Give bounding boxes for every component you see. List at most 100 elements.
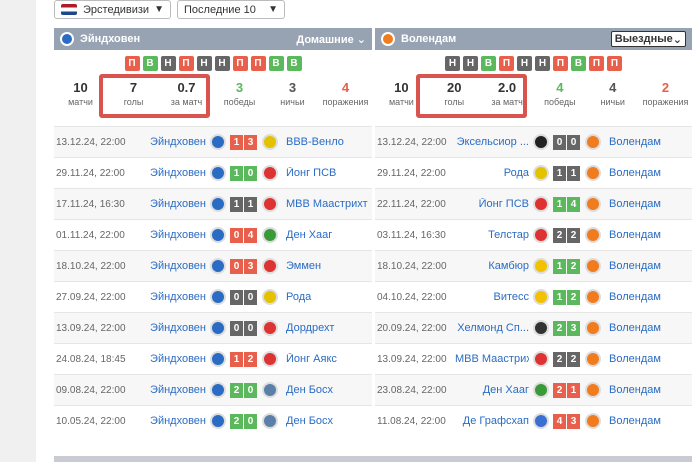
form-strip: ННВПННПВПП: [375, 56, 692, 72]
venue-filter-dropdown[interactable]: Выездные ⌄: [610, 31, 686, 47]
home-team-link[interactable]: МВВ Маастрихт: [455, 353, 529, 365]
match-row[interactable]: 10.05.24, 22:00 Эйндховен 2 0 Ден Босх: [54, 405, 372, 436]
match-row[interactable]: 11.08.24, 22:00 Де Графсхап 4 3 Волендам: [375, 405, 692, 436]
match-row[interactable]: 13.09.24, 22:00 МВВ Маастрихт 2 2 Волендам: [375, 343, 692, 374]
away-team-link[interactable]: ВВВ-Венло: [282, 136, 370, 148]
match-row[interactable]: 29.11.24, 22:00 Эйндховен 1 0 Йонг ПСВ: [54, 157, 372, 188]
away-team-link[interactable]: Волендам: [605, 260, 690, 272]
goals-highlight-box: [99, 74, 210, 118]
home-score: 2: [553, 351, 566, 367]
match-row[interactable]: 09.08.24, 22:00 Эйндховен 2 0 Ден Босх: [54, 374, 372, 405]
home-team-link[interactable]: Ден Хааг: [455, 384, 529, 396]
home-team-crest-icon: [533, 134, 549, 150]
match-date: 03.11.24, 16:30: [377, 229, 446, 241]
home-score: 4: [553, 413, 566, 429]
home-team-link[interactable]: Эйндховен: [134, 322, 206, 334]
away-team-link[interactable]: Волендам: [605, 291, 690, 303]
match-row[interactable]: 03.11.24, 16:30 Телстар 2 2 Волендам: [375, 219, 692, 250]
away-team-link[interactable]: Волендам: [605, 353, 690, 365]
home-score: 2: [230, 382, 243, 398]
stat-label: победы: [223, 97, 256, 107]
home-team-link[interactable]: Де Графсхап: [455, 415, 529, 427]
away-team-crest-icon: [585, 165, 601, 181]
away-team-link[interactable]: Волендам: [605, 415, 690, 427]
home-team-link[interactable]: Камбюр: [455, 260, 529, 272]
match-row[interactable]: 24.08.24, 18:45 Эйндховен 1 2 Йонг Аякс: [54, 343, 372, 374]
home-team-link[interactable]: Эйндховен: [134, 384, 206, 396]
match-date: 24.08.24, 18:45: [56, 353, 126, 365]
match-row[interactable]: 27.09.24, 22:00 Эйндховен 0 0 Рода: [54, 281, 372, 312]
match-row[interactable]: 17.11.24, 16:30 Эйндховен 1 1 МВВ Маастрихт: [54, 188, 372, 219]
stat-label: поражения: [642, 97, 689, 107]
match-row[interactable]: 23.08.24, 22:00 Ден Хааг 2 1 Волендам: [375, 374, 692, 405]
stat-value: 2: [661, 80, 670, 95]
match-date: 11.08.24, 22:00: [377, 415, 446, 427]
match-row[interactable]: 29.11.24, 22:00 Рода 1 1 Волендам: [375, 157, 692, 188]
match-date: 10.05.24, 22:00: [56, 415, 126, 427]
netherlands-flag-icon: [61, 4, 77, 15]
league-select[interactable]: Эрстедивизи ▼: [54, 0, 171, 19]
away-team-link[interactable]: Дордрехт: [282, 322, 370, 334]
home-team-link[interactable]: Эйндховен: [134, 415, 206, 427]
stat-value: 4: [341, 80, 350, 95]
home-team-crest-icon: [210, 196, 226, 212]
home-team-crest-icon: [210, 258, 226, 274]
match-row[interactable]: 04.10.24, 22:00 Витесс 1 2 Волендам: [375, 281, 692, 312]
home-team-link[interactable]: Эйндховен: [134, 353, 206, 365]
away-team-link[interactable]: МВВ Маастрихт: [282, 198, 370, 210]
away-team-link[interactable]: Волендам: [605, 384, 690, 396]
home-team-link[interactable]: Рода: [455, 167, 529, 179]
form-result-badge: Н: [517, 56, 532, 71]
home-score: 2: [553, 320, 566, 336]
home-team-link[interactable]: Йонг ПСВ: [455, 198, 529, 210]
away-team-link[interactable]: Ден Босх: [282, 415, 370, 427]
match-row[interactable]: 01.11.24, 22:00 Эйндховен 0 4 Ден Хааг: [54, 219, 372, 250]
away-team-link[interactable]: Эммен: [282, 260, 370, 272]
panel-header: Волендам Выездные ⌄: [375, 28, 692, 50]
home-team-link[interactable]: Эйндховен: [134, 167, 206, 179]
match-date: 18.10.24, 22:00: [377, 260, 447, 272]
home-team-link[interactable]: Эйндховен: [134, 136, 206, 148]
home-team-link[interactable]: Эксельсиор ...: [455, 136, 529, 148]
home-team-link[interactable]: Эйндховен: [134, 291, 206, 303]
stats-row: 10 матчи 20 голы 2.0 за матч 4 победы 4 ничьи 2 пор…: [375, 74, 692, 118]
away-score: 0: [244, 165, 257, 181]
home-team-crest-icon: [533, 227, 549, 243]
home-team-link[interactable]: Хелмонд Сп...: [455, 322, 529, 334]
away-team-link[interactable]: Ден Хааг: [282, 229, 370, 241]
away-team-crest-icon: [585, 289, 601, 305]
range-select[interactable]: Последние 10 ▼: [177, 0, 285, 19]
away-team-link[interactable]: Волендам: [605, 167, 690, 179]
home-team-link[interactable]: Эйндховен: [134, 198, 206, 210]
away-team-link[interactable]: Йонг Аякс: [282, 353, 370, 365]
match-row[interactable]: 13.12.24, 22:00 Эйндховен 1 3 ВВВ-Венло: [54, 126, 372, 157]
match-row[interactable]: 20.09.24, 22:00 Хелмонд Сп... 2 3 Волендам: [375, 312, 692, 343]
away-team-link[interactable]: Волендам: [605, 229, 690, 241]
filter-bar: Эрстедивизи ▼ Последние 10 ▼: [54, 0, 285, 20]
match-date: 20.09.24, 22:00: [377, 322, 447, 334]
range-select-label: Последние 10: [184, 3, 256, 16]
panel-header: Эйндховен Домашние ⌄: [54, 28, 372, 50]
away-team-link[interactable]: Волендам: [605, 136, 690, 148]
away-team-link[interactable]: Ден Босх: [282, 384, 370, 396]
away-score: 1: [567, 382, 580, 398]
home-team-link[interactable]: Витесс: [455, 291, 529, 303]
away-team-link[interactable]: Йонг ПСВ: [282, 167, 370, 179]
match-row[interactable]: 18.10.24, 22:00 Эйндховен 0 3 Эммен: [54, 250, 372, 281]
home-team-link[interactable]: Эйндховен: [134, 260, 206, 272]
match-row[interactable]: 13.12.24, 22:00 Эксельсиор ... 0 0 Волендам: [375, 126, 692, 157]
venue-filter-dropdown[interactable]: Домашние ⌄: [296, 33, 366, 46]
form-result-badge: В: [142, 56, 158, 71]
match-row[interactable]: 22.11.24, 22:00 Йонг ПСВ 1 4 Волендам: [375, 188, 692, 219]
away-team-link[interactable]: Волендам: [605, 322, 690, 334]
match-row[interactable]: 18.10.24, 22:00 Камбюр 1 2 Волендам: [375, 250, 692, 281]
form-result-badge: Н: [535, 56, 550, 71]
chevron-down-icon: ▼: [268, 4, 278, 15]
away-team-link[interactable]: Волендам: [605, 198, 690, 210]
match-row[interactable]: 13.09.24, 22:00 Эйндховен 0 0 Дордрехт: [54, 312, 372, 343]
home-team-link[interactable]: Эйндховен: [134, 229, 206, 241]
away-team-link[interactable]: Рода: [282, 291, 370, 303]
away-team-crest-icon: [262, 413, 278, 429]
away-team-crest-icon: [262, 227, 278, 243]
home-team-link[interactable]: Телстар: [455, 229, 529, 241]
